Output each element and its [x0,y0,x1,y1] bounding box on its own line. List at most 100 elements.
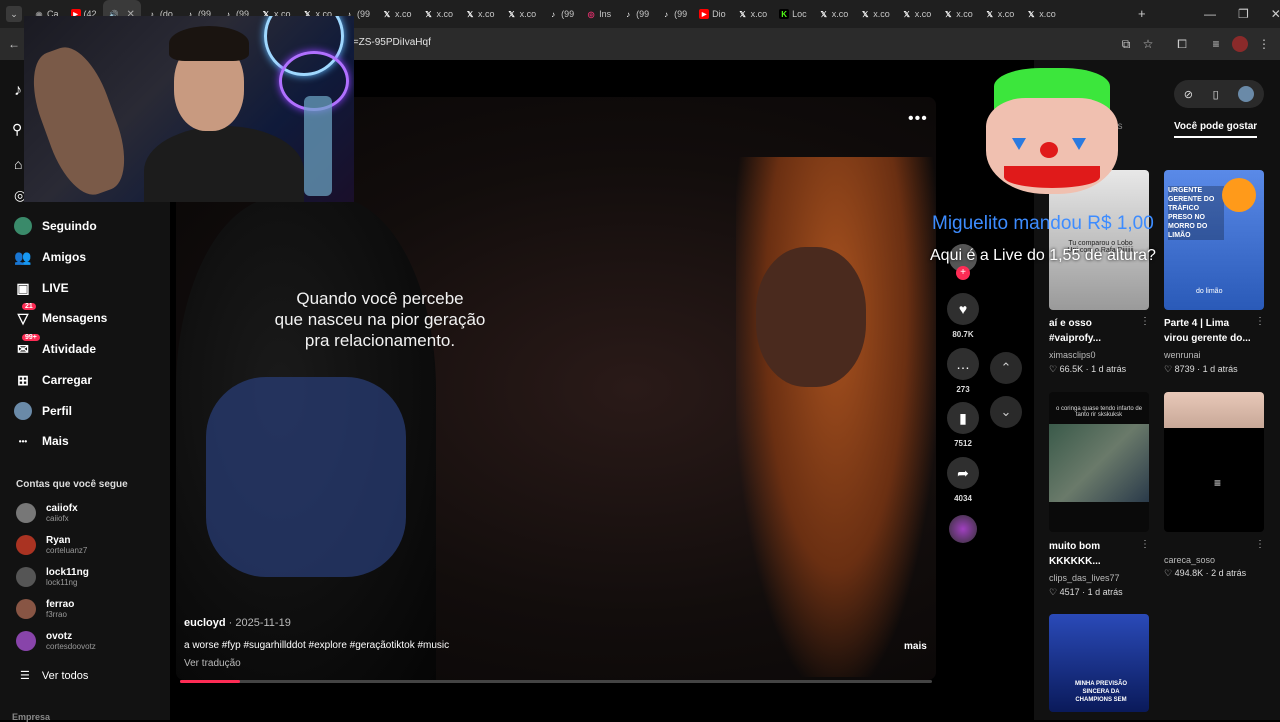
browser-tab[interactable]: 𝕏x.co [376,0,418,28]
sidebar-item-label: Perfil [42,404,73,418]
video-more-options-icon[interactable]: ••• [908,110,928,128]
browser-tab[interactable]: ♪ (99 [542,0,580,28]
bookmark-star-icon[interactable]: ☆ [1140,36,1156,52]
thumbnail-text: URGENTE GERENTE DO TRÁFICO PRESO NO MORR… [1168,186,1224,240]
tab-list-icon[interactable]: ⌄ [6,6,22,22]
more-link[interactable]: mais [904,641,927,652]
browser-tab[interactable]: K Loc [773,0,813,28]
browser-tab[interactable]: 𝕏x.co [732,0,774,28]
followed-account[interactable]: lock11ng lock11ng [16,567,89,587]
home-icon[interactable]: ⌂ [14,156,22,172]
bookmark-icon[interactable]: ▮ [947,402,979,434]
url-field[interactable]: t=ZS-95PDiIvaHqf [350,37,431,48]
browser-tab[interactable]: 𝕏x.co [813,0,855,28]
previous-video-icon[interactable]: ⌃ [990,352,1022,384]
browser-tab[interactable]: 𝕏x.co [1020,0,1062,28]
followed-account[interactable]: ferrao f3rrao [16,599,74,619]
browser-tab-label: x.co [1039,9,1056,19]
browser-tab[interactable]: ▶ Dio [693,0,732,28]
phone-icon[interactable]: ▯ [1213,88,1219,101]
video-description[interactable]: a worse #fyp #sugarhillddot #explore #ge… [184,640,449,651]
sidebar-item-mais[interactable]: ••• Mais [14,432,69,450]
see-all-link[interactable]: ☰ Ver todos [20,669,88,683]
video-card-title[interactable]: muito bom KKKKKK... [1049,539,1139,569]
video-card-user[interactable]: careca_soso [1164,555,1215,565]
sidebar-item-atividade[interactable]: ✉ 99+ Atividade [14,334,96,358]
video-card-thumbnail[interactable]: URGENTE GERENTE DO TRÁFICO PRESO NO MORR… [1164,170,1264,310]
x-icon: 𝕏 [986,9,993,19]
browser-tab[interactable]: ◎ Ins [580,0,617,28]
sidebar-item-mensagens[interactable]: ▽ 21 Mensagens [14,303,107,327]
video-card-title[interactable]: aí e osso #vaiprofy... [1049,316,1139,346]
video-card-title[interactable]: Parte 4 | Lima virou gerente do... [1164,316,1254,346]
follow-plus-icon[interactable]: + [956,266,970,280]
video-progress-bar[interactable] [180,680,932,683]
avatar [16,503,36,523]
music-disc-icon[interactable] [949,515,977,543]
card-options-icon[interactable]: ⋮ [1140,316,1150,327]
media-icon[interactable]: ≡ [1208,36,1224,52]
browser-tab[interactable]: 𝕏x.co [896,0,938,28]
browser-tab[interactable]: ♪ (99 [655,0,693,28]
comment-icon[interactable]: … [947,348,979,380]
profile-avatar-icon[interactable] [1232,36,1248,52]
browser-tab[interactable]: 𝕏x.co [937,0,979,28]
video-card-thumbnail[interactable]: MINHA PREVISÃO SINCERA DA CHAMPIONS SEM [1049,614,1149,712]
browser-tab-label: x.co [478,9,495,19]
card-options-icon[interactable]: ⋮ [1255,539,1265,550]
comment-action[interactable]: … 273 [947,348,979,394]
sidebar-item-seguindo[interactable]: Seguindo [14,217,97,235]
sidebar-item-live[interactable]: ▣ LIVE [14,279,68,297]
minimize-icon[interactable]: — [1204,7,1216,21]
menu-kebab-icon[interactable]: ⋮ [1256,36,1272,52]
back-icon[interactable]: ← [6,36,22,52]
heart-icon[interactable]: ♥ [947,293,979,325]
video-card-thumbnail[interactable]: ≡ [1164,392,1264,532]
browser-tab[interactable]: 𝕏x.co [501,0,543,28]
user-avatar-icon[interactable] [1238,86,1255,102]
browser-tab[interactable]: 𝕏x.co [459,0,501,28]
browser-tab-label: x.co [873,9,890,19]
video-card-user[interactable]: wenrunai [1164,350,1201,360]
upload-icon: ⊞ [17,371,29,388]
x-icon: 𝕏 [383,9,391,19]
new-tab-icon[interactable]: + [1138,6,1146,21]
browser-tab[interactable]: 𝕏x.co [854,0,896,28]
like-action[interactable]: ♥ 80.7K [947,293,979,339]
music-disc[interactable] [947,515,979,543]
share-action[interactable]: ➦ 4034 [947,457,979,503]
author-name[interactable]: eucloyd [184,617,226,629]
share-icon[interactable]: ➦ [947,457,979,489]
translate-link[interactable]: Ver tradução [184,658,241,669]
followed-account[interactable]: caiiofx caiiofx [16,503,78,523]
search-icon[interactable]: ⚲ [12,121,22,138]
card-options-icon[interactable]: ⋮ [1140,539,1150,550]
heart-outline-icon: ♡ [1049,364,1058,374]
browser-tab-label: x.co [956,9,973,19]
sidebar-item-perfil[interactable]: Perfil [14,402,72,420]
followed-account[interactable]: ovotz cortesdoovotz [16,631,96,651]
video-card-thumbnail[interactable]: o coringa quase tendo infarto de tanto r… [1049,392,1149,532]
video-card-user[interactable]: ximasclips0 [1049,350,1096,360]
close-window-icon[interactable]: ✕ [1271,7,1280,21]
notification-badge: 99+ [22,334,40,341]
account-handle: cortesdoovotz [46,642,96,651]
save-action[interactable]: ▮ 7512 [947,402,979,448]
browser-tab[interactable]: 𝕏x.co [979,0,1021,28]
tiktok-logo-icon[interactable]: ♪ [14,82,22,100]
avatar [16,599,36,619]
card-options-icon[interactable]: ⋮ [1255,316,1265,327]
browser-tab[interactable]: 𝕏x.co [418,0,460,28]
tab-you-may-like[interactable]: Você pode gostar [1174,121,1258,138]
sidebar-item-amigos[interactable]: 👥 Amigos [14,248,86,266]
video-face-right [756,247,866,387]
next-video-icon[interactable]: ⌄ [990,396,1022,428]
followed-account[interactable]: Ryan corteluanz7 [16,535,87,555]
maximize-icon[interactable]: ❐ [1238,7,1249,21]
video-card-user[interactable]: clips_das_lives77 [1049,573,1120,583]
sidebar-item-carregar[interactable]: ⊞ Carregar [14,371,92,389]
compass-icon[interactable]: ⊘ [1184,88,1193,101]
install-app-icon[interactable]: ⧉ [1118,36,1134,52]
browser-tab[interactable]: ♪ (99 [617,0,655,28]
extensions-icon[interactable]: ⧠ [1174,36,1190,52]
